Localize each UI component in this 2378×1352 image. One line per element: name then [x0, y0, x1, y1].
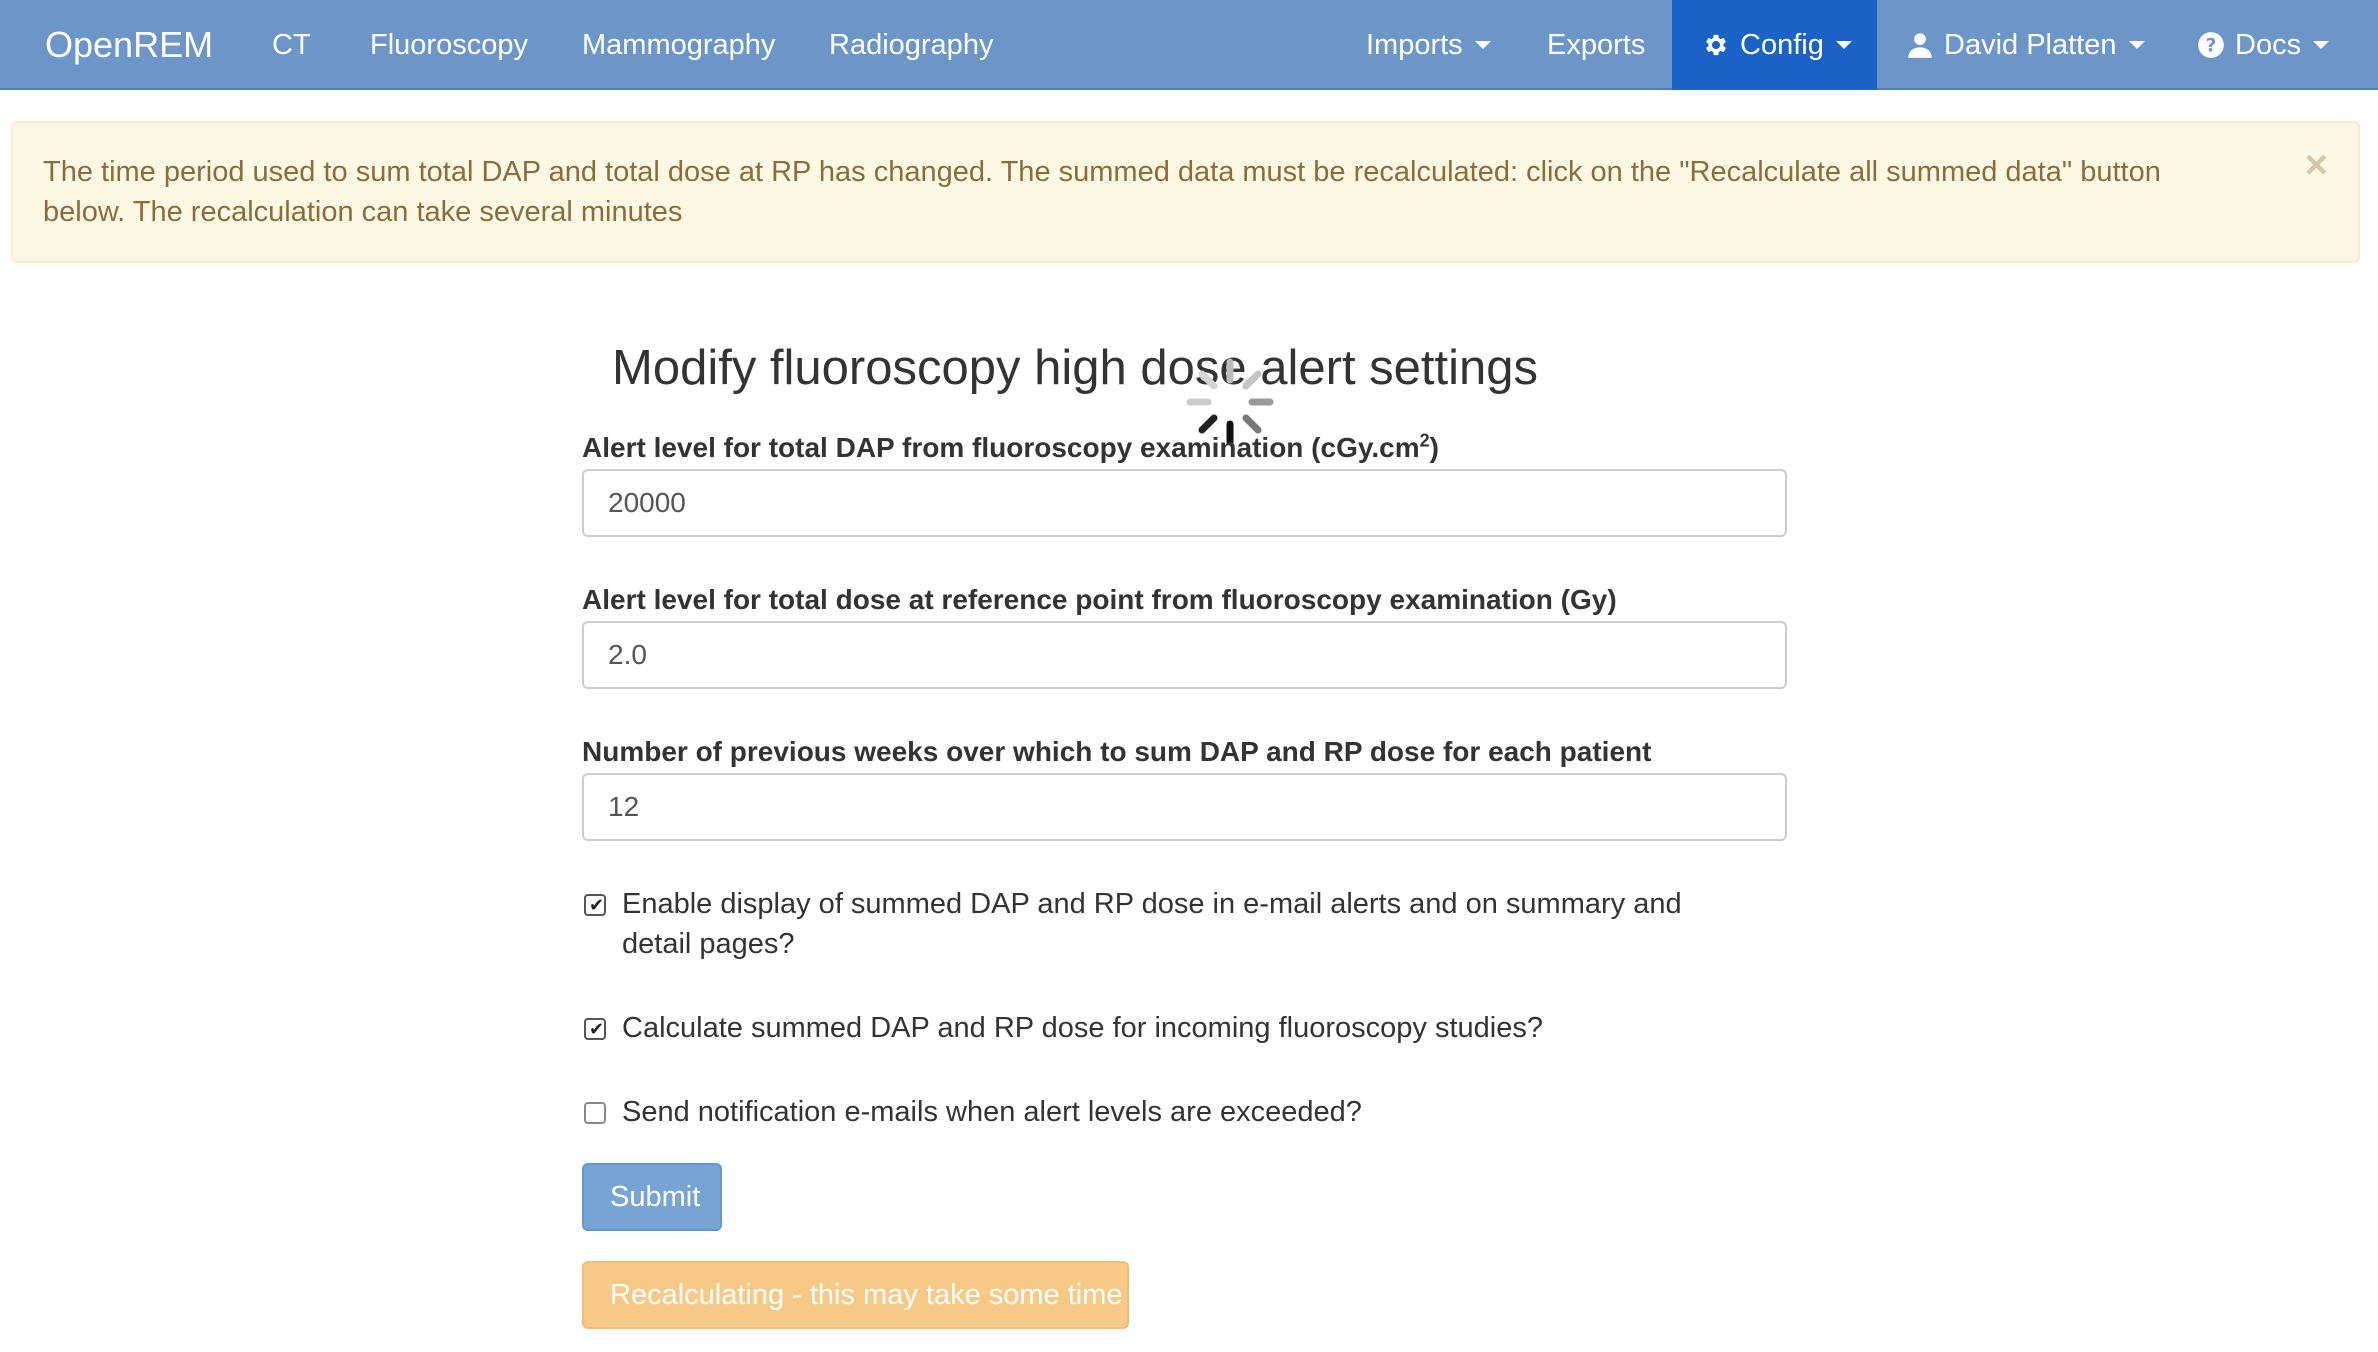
calculate-summed-dose-checkbox[interactable]: ✔ — [584, 1018, 606, 1040]
display-summed-dose-checkbox[interactable]: ✔ — [584, 894, 606, 916]
recalculation-warning-alert: The time period used to sum total DAP an… — [11, 121, 2360, 263]
nav-mammography[interactable]: Mammography — [582, 0, 775, 90]
gear-icon — [1702, 31, 1730, 59]
nav-radiography[interactable]: Radiography — [829, 0, 993, 90]
send-notification-row: Send notification e-mails when alert lev… — [582, 1092, 1787, 1134]
sum-weeks-label: Number of previous weeks over which to s… — [582, 736, 1652, 767]
close-icon[interactable]: × — [2305, 145, 2328, 185]
calculate-summed-dose-row: ✔ Calculate summed DAP and RP dose for i… — [582, 1008, 1787, 1050]
calculate-summed-dose-label[interactable]: Calculate summed DAP and RP dose for inc… — [622, 1008, 1742, 1048]
nav-imports-dropdown[interactable]: Imports — [1366, 0, 1491, 90]
checkmark-icon: ✔ — [589, 1019, 605, 1040]
dap-alert-input[interactable] — [582, 469, 1787, 537]
user-icon — [1906, 31, 1934, 59]
page-title: Modify fluoroscopy high dose alert setti… — [612, 341, 1539, 395]
alert-message: The time period used to sum total DAP an… — [43, 156, 2161, 228]
recalculate-button[interactable]: Recalculating - this may take some time — [582, 1261, 1129, 1329]
display-summed-dose-row: ✔ Enable display of summed DAP and RP do… — [582, 884, 1787, 966]
nav-docs-label: Docs — [2235, 28, 2302, 61]
dap-alert-label-sup: 2 — [1419, 430, 1430, 451]
nav-config-dropdown[interactable]: Config — [1672, 0, 1877, 90]
checkmark-icon: ✔ — [589, 895, 605, 916]
nav-fluoroscopy[interactable]: Fluoroscopy — [370, 0, 528, 90]
dap-alert-label-end: ) — [1429, 432, 1439, 463]
dap-alert-label: Alert level for total DAP from fluorosco… — [582, 430, 1439, 466]
svg-text:?: ? — [2206, 35, 2217, 56]
nav-config-label: Config — [1740, 28, 1824, 61]
nav-docs-dropdown[interactable]: ? Docs — [2197, 0, 2330, 90]
nav-ct[interactable]: CT — [272, 0, 311, 90]
brand-link[interactable]: OpenREM — [45, 0, 213, 90]
rp-dose-alert-label: Alert level for total dose at reference … — [582, 584, 1617, 615]
send-notification-checkbox[interactable] — [584, 1102, 606, 1124]
submit-button[interactable]: Submit — [582, 1163, 722, 1231]
display-summed-dose-label[interactable]: Enable display of summed DAP and RP dose… — [622, 884, 1742, 964]
caret-down-icon — [2313, 41, 2330, 49]
nav-imports-label: Imports — [1366, 28, 1463, 61]
nav-user-dropdown[interactable]: David Platten — [1906, 0, 2145, 90]
caret-down-icon — [1835, 41, 1852, 49]
nav-user-label: David Platten — [1944, 28, 2117, 61]
send-notification-label[interactable]: Send notification e-mails when alert lev… — [622, 1092, 1742, 1132]
sum-weeks-input[interactable] — [582, 773, 1787, 841]
question-circle-icon: ? — [2197, 31, 2225, 59]
dap-alert-label-text: Alert level for total DAP from fluorosco… — [582, 432, 1420, 463]
caret-down-icon — [1474, 41, 1491, 49]
caret-down-icon — [2128, 41, 2145, 49]
nav-exports[interactable]: Exports — [1547, 0, 1645, 90]
rp-dose-alert-input[interactable] — [582, 621, 1787, 689]
top-navbar: OpenREM CT Fluoroscopy Mammography Radio… — [0, 0, 2378, 90]
